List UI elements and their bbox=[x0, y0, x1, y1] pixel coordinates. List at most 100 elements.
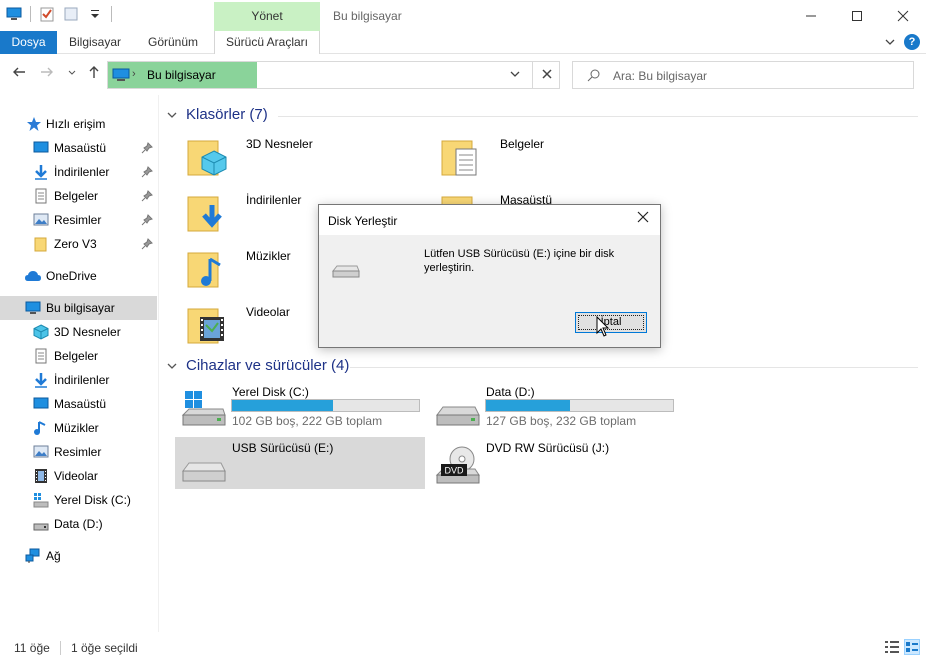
desktop-icon bbox=[33, 397, 49, 409]
pin-icon[interactable] bbox=[141, 142, 153, 154]
folder-item-3d-objects[interactable]: 3D Nesneler bbox=[174, 131, 424, 183]
drive-usage-fill bbox=[486, 400, 571, 411]
sidebar-item-data-d[interactable]: Data (D:) bbox=[0, 512, 157, 536]
tiles-view-icon[interactable] bbox=[904, 639, 920, 655]
sidebar-item-onedrive[interactable]: OneDrive bbox=[0, 264, 157, 288]
sidebar-item-label: Bu bilgisayar bbox=[46, 301, 115, 315]
drive-item-usb-e[interactable]: USB Sürücüsü (E:) bbox=[175, 437, 425, 489]
drive-icon bbox=[33, 523, 49, 531]
sidebar-item-documents[interactable]: Belgeler bbox=[0, 344, 157, 368]
this-pc-icon bbox=[112, 68, 130, 81]
chevron-down-icon bbox=[68, 70, 76, 75]
drive-usage-bar bbox=[485, 399, 674, 412]
details-view-icon[interactable] bbox=[884, 639, 900, 655]
minimize-button[interactable] bbox=[788, 0, 834, 31]
quick-access-toolbar bbox=[6, 6, 112, 22]
folder-item-documents[interactable]: Belgeler bbox=[428, 131, 678, 183]
address-dropdown-button[interactable] bbox=[504, 66, 526, 84]
help-icon[interactable]: ? bbox=[904, 34, 920, 50]
selection-count: 1 öğe seçildi bbox=[71, 641, 138, 655]
group-divider bbox=[278, 116, 918, 117]
sidebar-item-quick-access[interactable]: Hızlı erişim bbox=[0, 112, 157, 136]
status-separator bbox=[60, 641, 61, 655]
drive-item-data-d[interactable]: Data (D:) 127 GB boş, 232 GB toplam bbox=[429, 381, 679, 433]
usb-drive-icon bbox=[331, 265, 360, 278]
videos-folder-icon bbox=[187, 308, 224, 344]
desktop-icon bbox=[33, 141, 49, 153]
dialog-close-button[interactable] bbox=[634, 210, 652, 228]
folder-label: Müzikler bbox=[246, 249, 291, 263]
drive-item-dvd-j[interactable]: DVD DVD RW Sürücüsü (J:) bbox=[429, 437, 679, 489]
address-bar[interactable]: › Bu bilgisayar bbox=[107, 61, 560, 89]
this-pc-icon bbox=[25, 301, 41, 314]
folder-label: 3D Nesneler bbox=[246, 137, 313, 151]
breadcrumb-this-pc[interactable]: Bu bilgisayar bbox=[147, 68, 216, 82]
3d-objects-icon bbox=[33, 324, 49, 340]
group-title: Cihazlar ve sürücüler (4) bbox=[186, 357, 350, 374]
windows-drive-icon bbox=[181, 391, 226, 426]
sidebar-item-desktop[interactable]: Masaüstü bbox=[0, 392, 157, 416]
sidebar-item-local-disk-c[interactable]: Yerel Disk (C:) bbox=[0, 488, 157, 512]
title-bar: Yönet Bu bilgisayar bbox=[0, 0, 926, 31]
tab-drive-tools[interactable]: Sürücü Araçları bbox=[214, 31, 320, 54]
recent-locations-button[interactable] bbox=[62, 64, 82, 84]
expand-ribbon-icon[interactable] bbox=[884, 36, 896, 48]
sidebar-item-documents[interactable]: Belgeler bbox=[0, 184, 157, 208]
computer-icon[interactable] bbox=[6, 6, 22, 22]
drive-free-space: 127 GB boş, 232 GB toplam bbox=[486, 414, 637, 428]
group-title: Klasörler (7) bbox=[186, 106, 268, 123]
up-button[interactable] bbox=[84, 64, 104, 84]
chevron-down-icon bbox=[167, 363, 177, 369]
search-input[interactable]: Ara: Bu bilgisayar bbox=[613, 69, 707, 83]
item-count: 11 öğe bbox=[14, 641, 50, 655]
sidebar-item-this-pc[interactable]: Bu bilgisayar bbox=[0, 296, 157, 320]
customize-toolbar-icon[interactable] bbox=[87, 6, 103, 22]
sidebar-item-pictures[interactable]: Resimler bbox=[0, 208, 157, 232]
tab-computer[interactable]: Bilgisayar bbox=[60, 31, 130, 54]
pin-icon[interactable] bbox=[141, 238, 153, 250]
pin-icon[interactable] bbox=[141, 190, 153, 202]
drive-label: Data (D:) bbox=[486, 385, 535, 399]
window-title: Bu bilgisayar bbox=[333, 9, 402, 23]
view-switcher bbox=[884, 639, 920, 655]
group-header-devices[interactable]: Cihazlar ve sürücüler (4) bbox=[166, 357, 349, 374]
close-button[interactable] bbox=[880, 0, 926, 31]
drive-label: Yerel Disk (C:) bbox=[232, 385, 309, 399]
downloads-icon bbox=[35, 165, 47, 180]
documents-folder-icon bbox=[441, 140, 477, 176]
clear-address-button[interactable] bbox=[532, 62, 560, 88]
search-box[interactable]: Ara: Bu bilgisayar bbox=[572, 61, 914, 89]
sidebar-item-zero-v3[interactable]: Zero V3 bbox=[0, 232, 157, 256]
sidebar-item-music[interactable]: Müzikler bbox=[0, 416, 157, 440]
chevron-down-icon bbox=[510, 71, 520, 77]
sidebar-item-downloads[interactable]: İndirilenler bbox=[0, 368, 157, 392]
dvd-drive-icon: DVD bbox=[435, 446, 480, 484]
properties-icon[interactable] bbox=[39, 6, 55, 22]
cancel-button[interactable]: İptal bbox=[575, 312, 647, 333]
sidebar-item-network[interactable]: Ağ bbox=[0, 544, 157, 568]
tab-view[interactable]: Görünüm bbox=[138, 31, 208, 54]
pictures-icon bbox=[33, 213, 49, 226]
sidebar-item-downloads[interactable]: İndirilenler bbox=[0, 160, 157, 184]
sidebar-item-3d-objects[interactable]: 3D Nesneler bbox=[0, 320, 157, 344]
maximize-icon bbox=[852, 10, 862, 21]
group-header-folders[interactable]: Klasörler (7) bbox=[166, 106, 268, 123]
forward-button[interactable] bbox=[37, 64, 57, 84]
sidebar-item-videos[interactable]: Videolar bbox=[0, 464, 157, 488]
sidebar-item-pictures[interactable]: Resimler bbox=[0, 440, 157, 464]
sidebar-item-desktop[interactable]: Masaüstü bbox=[0, 136, 157, 160]
drive-usage-bar bbox=[231, 399, 420, 412]
pin-icon[interactable] bbox=[141, 166, 153, 178]
network-icon bbox=[25, 548, 40, 563]
pin-icon[interactable] bbox=[141, 214, 153, 226]
videos-icon bbox=[35, 469, 47, 483]
close-icon bbox=[541, 69, 552, 79]
tab-file[interactable]: Dosya bbox=[0, 31, 57, 54]
new-folder-icon[interactable] bbox=[63, 6, 79, 22]
back-button[interactable] bbox=[9, 64, 29, 84]
maximize-button[interactable] bbox=[834, 0, 880, 31]
breadcrumb-chevron-icon[interactable]: › bbox=[132, 68, 136, 80]
drive-item-local-disk-c[interactable]: Yerel Disk (C:) 102 GB boş, 222 GB topla… bbox=[175, 381, 425, 433]
chevron-down-icon bbox=[167, 112, 177, 118]
sidebar-item-label: Masaüstü bbox=[54, 141, 107, 155]
